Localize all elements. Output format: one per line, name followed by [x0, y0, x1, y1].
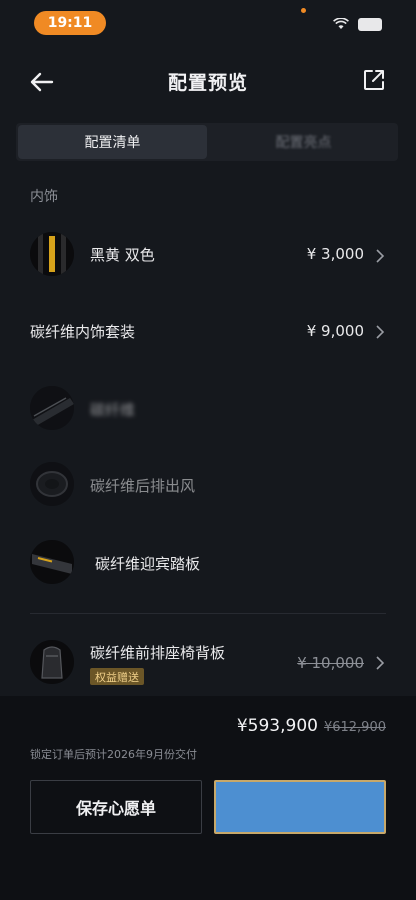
- status-bar: 19:11: [0, 0, 416, 44]
- divider: [30, 613, 386, 614]
- share-icon[interactable]: [362, 68, 386, 92]
- config-item-seatback[interactable]: 碳纤维前排座椅背板 ¥ 10,000: [0, 640, 416, 686]
- page-title: 配置预览: [167, 72, 248, 94]
- order-footer: ¥593,900 ¥612,900 锁定订单后预计2026年9月份交付 保存心愿…: [0, 696, 416, 900]
- save-wishlist-button[interactable]: 保存心愿单: [30, 780, 202, 834]
- item-name: 碳纤维前排座椅背板: [90, 644, 226, 662]
- sub-item-name: 碳纤维后排出风: [90, 477, 196, 495]
- price-summary: ¥593,900 ¥612,900: [237, 716, 386, 736]
- item-name: 黑黄 双色: [90, 246, 155, 264]
- section-label-interior: 内饰: [30, 189, 58, 205]
- sub-item-name: 碳纤维迎宾踏板: [95, 555, 201, 573]
- tab-config-highlights[interactable]: 配置亮点: [209, 123, 398, 161]
- battery-icon: [358, 18, 382, 31]
- header: 配置预览: [0, 60, 416, 104]
- item-price: ¥ 3,000: [306, 245, 364, 263]
- status-time: 19:11: [34, 11, 106, 35]
- item-price: ¥ 10,000: [297, 654, 364, 672]
- original-price: ¥612,900: [323, 720, 386, 735]
- total-price: ¥593,900: [236, 716, 318, 736]
- chevron-right-icon: [376, 249, 385, 263]
- wifi-icon: [333, 18, 349, 29]
- recording-dot: [301, 8, 306, 13]
- chevron-right-icon: [376, 325, 385, 339]
- package-price: ¥ 9,000: [306, 322, 364, 340]
- primary-action-button[interactable]: [214, 780, 386, 834]
- benefit-badge: 权益赠送: [90, 668, 144, 685]
- seatback-thumbnail: [30, 640, 74, 684]
- package-sub-item: 碳纤维迎宾踏板: [0, 540, 416, 586]
- chevron-right-icon: [376, 656, 385, 670]
- package-name: 碳纤维内饰套装: [30, 323, 136, 341]
- config-item-package[interactable]: 碳纤维内饰套装 ¥ 9,000: [0, 318, 416, 346]
- door-sill-thumbnail: [30, 540, 74, 584]
- package-sub-item: 碳纤维后排出风: [0, 462, 416, 508]
- package-sub-item: 碳纤维: [0, 386, 416, 432]
- carbon-trim-thumbnail: [30, 386, 74, 430]
- color-swatch-thumbnail: [30, 232, 74, 276]
- config-item-color[interactable]: 黑黄 双色 ¥ 3,000: [0, 232, 416, 278]
- delivery-note: 锁定订单后预计2026年9月份交付: [30, 748, 197, 761]
- tab-bar: 配置清单 配置亮点: [16, 123, 398, 161]
- sub-item-name: 碳纤维: [90, 401, 136, 419]
- tab-config-list[interactable]: 配置清单: [18, 125, 207, 159]
- rear-vent-thumbnail: [30, 462, 74, 506]
